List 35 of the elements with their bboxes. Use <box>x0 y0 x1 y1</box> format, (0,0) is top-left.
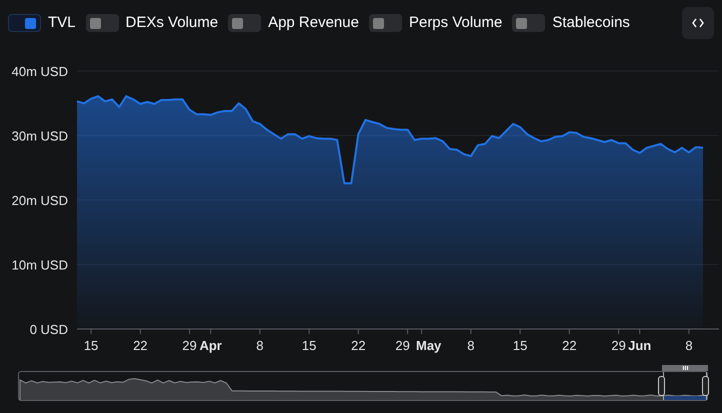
x-axis-label: 22 <box>351 338 366 353</box>
x-axis-label: Jun <box>628 338 652 353</box>
grip-icon[interactable] <box>662 365 708 371</box>
x-axis-label: 22 <box>133 338 148 353</box>
code-icon[interactable] <box>682 7 714 39</box>
legend-toggle[interactable]: Perps Volume <box>368 12 502 34</box>
y-axis-label: 10m USD <box>12 258 68 272</box>
y-axis-label: 0 USD <box>30 322 68 337</box>
x-axis-label: Apr <box>199 338 222 353</box>
x-axis-label: 8 <box>685 338 693 353</box>
legend-toggle[interactable]: App Revenue <box>228 12 359 34</box>
x-axis-label: 15 <box>302 338 316 353</box>
x-axis-label: 22 <box>562 338 577 353</box>
legend-toggle[interactable]: TVL <box>8 12 76 34</box>
legend-toggle[interactable]: DEXs Volume <box>86 12 218 34</box>
x-axis-label: May <box>416 338 442 353</box>
range-handle[interactable] <box>702 376 709 396</box>
x-axis-label: 8 <box>467 338 474 353</box>
toggle-switch[interactable] <box>368 14 402 32</box>
toggle-switch[interactable] <box>8 14 41 32</box>
x-axis-label: 15 <box>512 338 528 353</box>
x-axis-label: 29 <box>182 338 197 353</box>
y-axis-label: 40m USD <box>12 64 68 79</box>
x-axis-label: 29 <box>395 338 410 353</box>
range-selector[interactable] <box>18 371 708 401</box>
range-handle[interactable] <box>658 376 665 396</box>
y-axis-label: 20m USD <box>12 193 68 208</box>
x-axis-label: 15 <box>84 338 98 353</box>
toggle-switch[interactable] <box>86 14 119 32</box>
x-axis-label: 29 <box>611 338 626 353</box>
toggle-switch[interactable] <box>512 14 546 32</box>
legend-toggle[interactable]: Stablecoins <box>512 12 630 34</box>
x-axis-label: 8 <box>256 338 264 353</box>
toggle-switch[interactable] <box>228 14 262 32</box>
y-axis-label: 30m USD <box>12 128 68 144</box>
